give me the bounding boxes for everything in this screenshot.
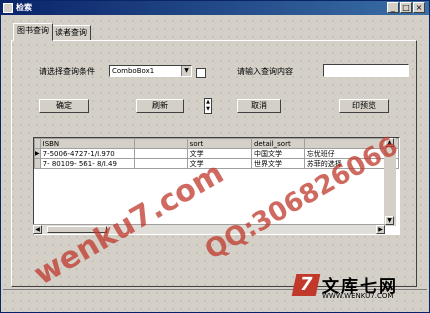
header-row: ISBN sort detail_sort xyxy=(34,138,399,149)
maximize-button[interactable]: □ xyxy=(400,2,412,13)
column-header-blank[interactable] xyxy=(134,138,188,149)
tab-book-search[interactable]: 图书查询 xyxy=(13,23,53,41)
cell-detail-sort[interactable]: 世界文学 xyxy=(250,158,305,169)
cell-detail-sort[interactable]: 中国文学 xyxy=(250,148,305,159)
scroll-down-icon[interactable]: ▼ xyxy=(385,216,394,225)
tab-reader-search[interactable]: 读者查询 xyxy=(51,25,91,41)
scroll-right-icon[interactable]: ▶ xyxy=(376,225,385,234)
calendar-icon[interactable] xyxy=(196,68,206,78)
cancel-button[interactable]: 取消 xyxy=(237,99,281,113)
cell-sort[interactable]: 文学 xyxy=(186,148,252,159)
cell-isbn[interactable]: 7- 80109- 561- 8/I.49 xyxy=(39,158,136,169)
close-button[interactable]: × xyxy=(413,2,425,13)
condition-combobox[interactable]: ComboBox1 ▼ xyxy=(109,65,192,77)
refresh-button[interactable]: 刷新 xyxy=(136,99,184,113)
confirm-button[interactable]: 确定 xyxy=(39,99,89,113)
cell-blank[interactable] xyxy=(134,148,188,159)
logo-url: WWW.WENKU7.COM xyxy=(322,292,394,300)
app-icon xyxy=(3,3,13,13)
window-title: 检索 xyxy=(16,3,32,12)
minimize-button[interactable]: _ xyxy=(387,2,399,13)
column-header-isbn[interactable]: ISBN xyxy=(39,138,136,149)
condition-label: 请选择查询条件 xyxy=(39,67,95,76)
scroll-left-icon[interactable]: ◀ xyxy=(33,225,42,234)
input-label: 请输入查询内容 xyxy=(237,67,293,76)
search-input[interactable] xyxy=(323,64,409,77)
column-header-detail-sort[interactable]: detail_sort xyxy=(250,138,305,149)
chevron-down-icon[interactable]: ▼ xyxy=(181,66,191,76)
cell-blank[interactable] xyxy=(134,158,188,169)
print-preview-button[interactable]: 印预览 xyxy=(339,99,389,113)
column-header-sort[interactable]: sort xyxy=(186,138,252,149)
combobox-value: ComboBox1 xyxy=(112,67,155,75)
spin-control[interactable]: ▲ ▼ xyxy=(204,98,212,114)
row-indicator: ▶ xyxy=(34,148,41,159)
logo-mark: 7 xyxy=(291,274,321,296)
cell-isbn[interactable]: 7-5006-4727-1/I.970 xyxy=(39,148,136,159)
title-bar: 检索 _ □ × xyxy=(1,1,429,15)
